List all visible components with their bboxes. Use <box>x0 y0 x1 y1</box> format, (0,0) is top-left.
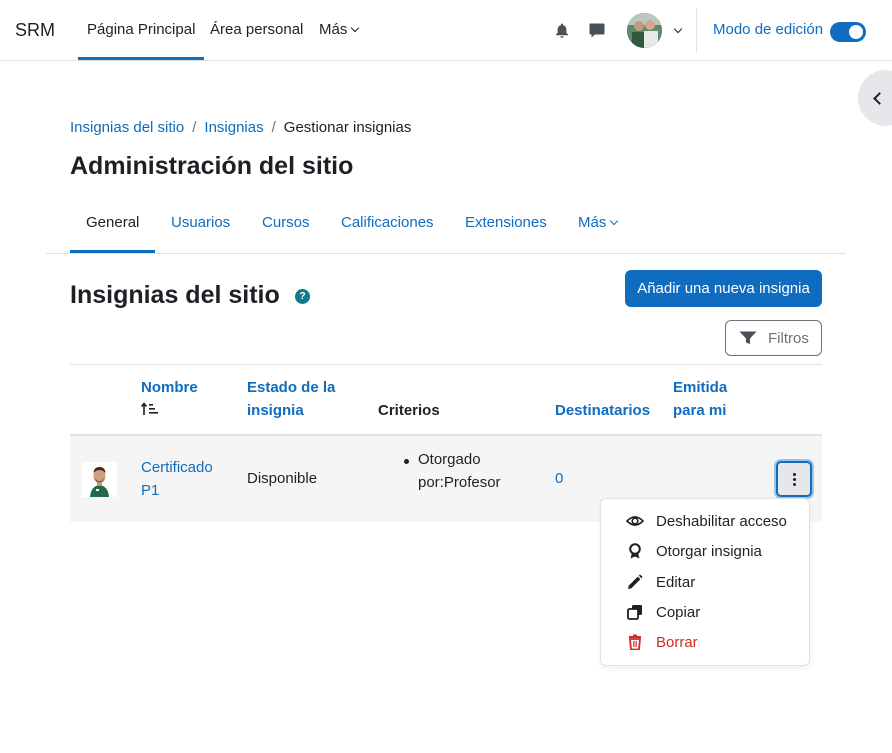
active-tab-indicator <box>70 250 155 253</box>
award-icon <box>629 543 641 559</box>
filters-button-label: Filtros <box>768 330 809 347</box>
open-drawer-button[interactable] <box>858 70 892 126</box>
menu-item-award-badge[interactable]: Otorgar insignia <box>601 536 809 566</box>
tab-general[interactable]: General <box>86 214 139 231</box>
tab-more[interactable]: Más <box>578 214 619 231</box>
column-header-issued-line1[interactable]: Emitida <box>673 376 727 399</box>
column-header-criteria: Criterios <box>378 402 440 419</box>
menu-item-label: Editar <box>656 574 696 591</box>
badge-criteria: Otorgado por:Profesor <box>418 448 501 494</box>
badge-name-link[interactable]: Certificado P1 <box>141 456 213 502</box>
kebab-dot <box>793 483 796 486</box>
tab-grades[interactable]: Calificaciones <box>341 214 434 231</box>
add-badge-button[interactable]: Añadir una nueva insignia <box>625 270 822 307</box>
menu-item-disable-access[interactable]: Deshabilitar acceso <box>601 506 809 536</box>
filter-icon <box>739 331 757 344</box>
nav-home[interactable]: Página Principal <box>77 21 205 60</box>
top-navbar: SRM Página Principal Área personal Más M… <box>0 0 892 61</box>
user-avatar[interactable] <box>627 13 662 48</box>
navbar-divider <box>696 8 697 52</box>
section-title: Insignias del sitio <box>70 281 280 309</box>
breadcrumb-current: Gestionar insignias <box>283 119 412 136</box>
breadcrumb-separator: / <box>271 119 276 136</box>
menu-item-label: Copiar <box>656 604 701 621</box>
nav-dashboard[interactable]: Área personal <box>210 21 303 38</box>
sort-ascending-icon[interactable] <box>141 402 159 416</box>
nav-more-label: Más <box>319 21 348 38</box>
column-header-status-line2[interactable]: insignia <box>247 399 304 422</box>
breadcrumb-badges[interactable]: Insignias <box>204 119 263 136</box>
kebab-dot <box>793 478 796 481</box>
nav-more[interactable]: Más <box>319 21 360 38</box>
criteria-bullet <box>404 459 409 464</box>
chevron-down-icon <box>610 216 619 226</box>
menu-item-copy[interactable]: Copiar <box>601 597 809 627</box>
kebab-dot <box>793 473 796 476</box>
tab-courses[interactable]: Cursos <box>262 214 310 231</box>
column-header-recipients[interactable]: Destinatarios <box>555 399 650 422</box>
column-header-status-line1[interactable]: Estado de la <box>247 376 335 399</box>
table-top-border <box>70 364 822 365</box>
eye-icon <box>626 516 644 526</box>
site-brand[interactable]: SRM <box>15 20 55 41</box>
menu-item-delete[interactable]: Borrar <box>601 627 809 657</box>
menu-item-edit[interactable]: Editar <box>601 567 809 597</box>
copy-icon <box>627 605 642 620</box>
menu-item-label: Otorgar insignia <box>656 543 762 560</box>
badge-status: Disponible <box>247 470 318 487</box>
column-header-issued-line2[interactable]: para mi <box>673 399 726 422</box>
badge-name-line1: Certificado <box>141 459 213 476</box>
pencil-icon <box>628 574 643 589</box>
secondary-nav: General Usuarios Cursos Calificaciones E… <box>46 200 846 254</box>
breadcrumb-separator: / <box>192 119 197 136</box>
bell-icon[interactable] <box>555 23 569 38</box>
help-icon[interactable]: ? <box>295 289 310 304</box>
tab-plugins[interactable]: Extensiones <box>465 214 547 231</box>
badge-criteria-line2: por:Profesor <box>418 474 501 491</box>
badge-image <box>82 462 117 497</box>
user-menu-chevron-icon[interactable] <box>673 24 683 34</box>
filters-button[interactable]: Filtros <box>725 320 822 356</box>
badge-recipients-link[interactable]: 0 <box>555 467 563 490</box>
breadcrumb: Insignias del sitio / Insignias / Gestionar … <box>70 119 411 136</box>
chevron-left-icon <box>873 92 886 105</box>
edit-mode-toggle[interactable] <box>830 22 866 42</box>
edit-mode-label: Modo de edición <box>713 21 824 38</box>
actions-menu-button[interactable] <box>776 461 812 497</box>
badge-name-line2: P1 <box>141 482 160 499</box>
chevron-down-icon <box>351 23 360 33</box>
tab-more-label: Más <box>578 214 607 231</box>
actions-dropdown-menu: Deshabilitar acceso Otorgar insignia Edi… <box>600 498 810 666</box>
badge-criteria-line1: Otorgado <box>418 451 481 468</box>
column-header-name[interactable]: Nombre <box>141 376 198 399</box>
page-title: Administración del sitio <box>70 152 354 180</box>
trash-icon <box>629 634 641 650</box>
tab-users[interactable]: Usuarios <box>171 214 230 231</box>
menu-item-label: Borrar <box>656 634 698 651</box>
message-icon[interactable] <box>589 23 605 38</box>
breadcrumb-site-badges[interactable]: Insignias del sitio <box>70 119 184 136</box>
menu-item-label: Deshabilitar acceso <box>656 513 787 530</box>
